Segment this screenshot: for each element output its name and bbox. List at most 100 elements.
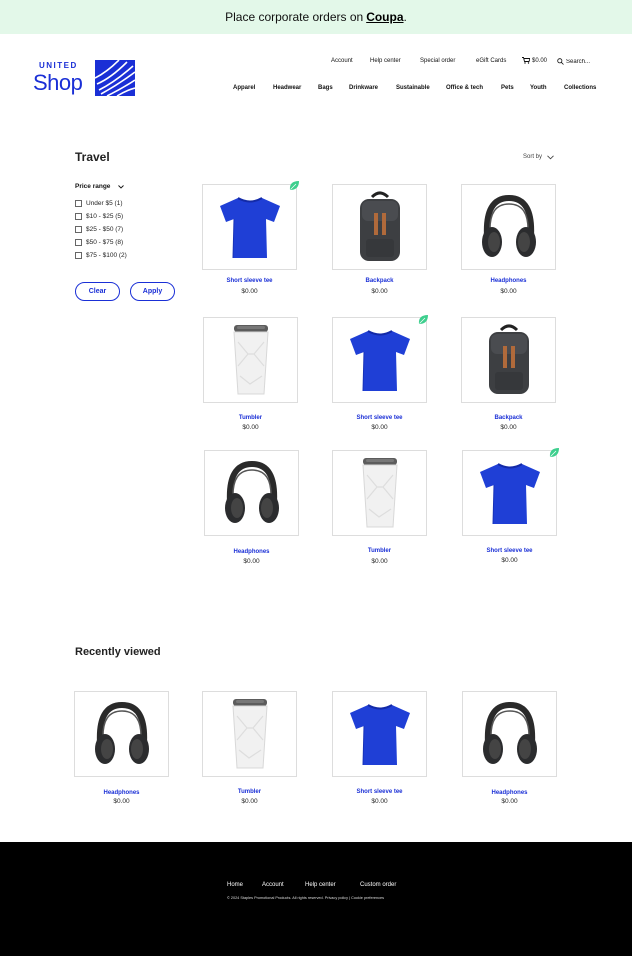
coupa-link[interactable]: Coupa (366, 10, 403, 24)
promo-banner-text: Place corporate orders on (225, 10, 364, 24)
product-name[interactable]: Short sleeve tee (202, 278, 297, 284)
price-range-toggle[interactable]: Price range (75, 183, 125, 190)
footer-help-center-link[interactable]: Help center (305, 882, 336, 888)
footer-custom-order-link[interactable]: Custom order (360, 882, 396, 888)
footer-account-link[interactable]: Account (262, 882, 284, 888)
product-price: $0.00 (241, 288, 258, 295)
nav-youth[interactable]: Youth (530, 85, 547, 91)
help-center-link[interactable]: Help center (370, 58, 401, 64)
headphones-image (224, 460, 279, 523)
price-filter-label: $50 - $75 (8) (86, 239, 124, 246)
backpack-image (359, 191, 400, 261)
product-image[interactable] (332, 317, 427, 403)
footer-home-link[interactable]: Home (227, 882, 243, 888)
product-image[interactable] (332, 184, 427, 270)
price-range-title: Price range (75, 183, 111, 190)
checkbox[interactable] (75, 226, 82, 233)
product-image[interactable] (461, 317, 556, 403)
product-name[interactable]: Short sleeve tee (332, 789, 427, 795)
price-filter-label: $25 - $50 (7) (86, 226, 124, 233)
price-filter-option[interactable]: $50 - $75 (8) (75, 239, 123, 246)
tshirt-image (349, 330, 410, 392)
logo-top-text: UNITED (39, 61, 78, 70)
legal-text: © 2024 Staples Promotional Products. All… (227, 896, 384, 900)
product-image[interactable] (332, 691, 427, 777)
tumbler-image (361, 458, 398, 528)
page-title: Travel (75, 150, 110, 164)
product-price: $0.00 (501, 557, 518, 564)
product-name[interactable]: Tumbler (202, 789, 297, 795)
price-filter-option[interactable]: $25 - $50 (7) (75, 226, 123, 233)
product-image[interactable] (204, 450, 299, 536)
product-price: $0.00 (500, 424, 517, 431)
product-price: $0.00 (371, 288, 388, 295)
globe-icon (95, 60, 135, 96)
nav-pets[interactable]: Pets (501, 85, 514, 91)
site-footer: Home Account Help center Custom order © … (0, 842, 632, 956)
sort-label: Sort by (523, 154, 543, 160)
search-box[interactable] (557, 58, 606, 65)
price-filter-option[interactable]: Under $5 (1) (75, 200, 123, 207)
tumbler-image (231, 699, 268, 769)
recently-viewed-title: Recently viewed (75, 646, 161, 658)
nav-sustainable[interactable]: Sustainable (396, 85, 430, 91)
nav-collections[interactable]: Collections (564, 85, 596, 91)
product-name[interactable]: Tumbler (332, 548, 427, 554)
price-filter-option[interactable]: $10 - $25 (5) (75, 213, 123, 220)
cart-button[interactable]: $0.00 (522, 57, 547, 64)
product-price: $0.00 (501, 798, 518, 805)
product-name[interactable]: Backpack (332, 278, 427, 284)
headphones-image (94, 701, 149, 764)
checkbox[interactable] (75, 239, 82, 246)
tumbler-image (232, 325, 269, 395)
product-image[interactable] (462, 691, 557, 777)
nav-headwear[interactable]: Headwear (273, 85, 301, 91)
united-shop-logo[interactable]: UNITED Shop (33, 60, 135, 98)
price-filter-option[interactable]: $75 - $100 (2) (75, 252, 127, 259)
egift-cards-link[interactable]: eGift Cards (476, 58, 506, 64)
nav-office-tech[interactable]: Office & tech (446, 85, 483, 91)
nav-apparel[interactable]: Apparel (233, 85, 255, 91)
product-image[interactable] (74, 691, 169, 777)
promo-banner: Place corporate orders on Coupa. (0, 0, 632, 34)
product-name[interactable]: Headphones (74, 790, 169, 796)
product-name[interactable]: Short sleeve tee (462, 548, 557, 554)
nav-bags[interactable]: Bags (318, 85, 333, 91)
product-name[interactable]: Tumbler (203, 415, 298, 421)
sort-dropdown[interactable]: Sort by (523, 154, 554, 160)
product-image[interactable] (332, 450, 427, 536)
product-image[interactable] (462, 450, 557, 536)
apply-filters-button[interactable]: Apply (130, 282, 175, 301)
product-price: $0.00 (371, 558, 388, 565)
product-name[interactable]: Short sleeve tee (332, 415, 427, 421)
product-image[interactable] (202, 184, 297, 270)
headphones-image (481, 194, 536, 257)
price-filter-label: $10 - $25 (5) (86, 213, 124, 220)
product-image[interactable] (202, 691, 297, 777)
sustainable-leaf-icon (418, 312, 429, 324)
nav-drinkware[interactable]: Drinkware (349, 85, 378, 91)
product-price: $0.00 (243, 558, 260, 565)
product-price: $0.00 (113, 798, 130, 805)
product-price: $0.00 (371, 798, 388, 805)
special-order-link[interactable]: Special order (420, 58, 455, 64)
checkbox[interactable] (75, 200, 82, 207)
clear-filters-button[interactable]: Clear (75, 282, 120, 301)
product-name[interactable]: Headphones (462, 790, 557, 796)
sustainable-leaf-icon (549, 445, 560, 457)
product-image[interactable] (203, 317, 298, 403)
product-price: $0.00 (371, 424, 388, 431)
product-name[interactable]: Backpack (461, 415, 556, 421)
account-link[interactable]: Account (331, 58, 353, 64)
tshirt-image (479, 463, 540, 525)
product-image[interactable] (461, 184, 556, 270)
price-filter-label: $75 - $100 (2) (86, 252, 127, 259)
product-name[interactable]: Headphones (461, 278, 556, 284)
product-name[interactable]: Headphones (204, 549, 299, 555)
product-price: $0.00 (500, 288, 517, 295)
backpack-image (488, 324, 529, 394)
product-price: $0.00 (242, 424, 259, 431)
checkbox[interactable] (75, 252, 82, 259)
checkbox[interactable] (75, 213, 82, 220)
search-input[interactable] (566, 58, 606, 65)
